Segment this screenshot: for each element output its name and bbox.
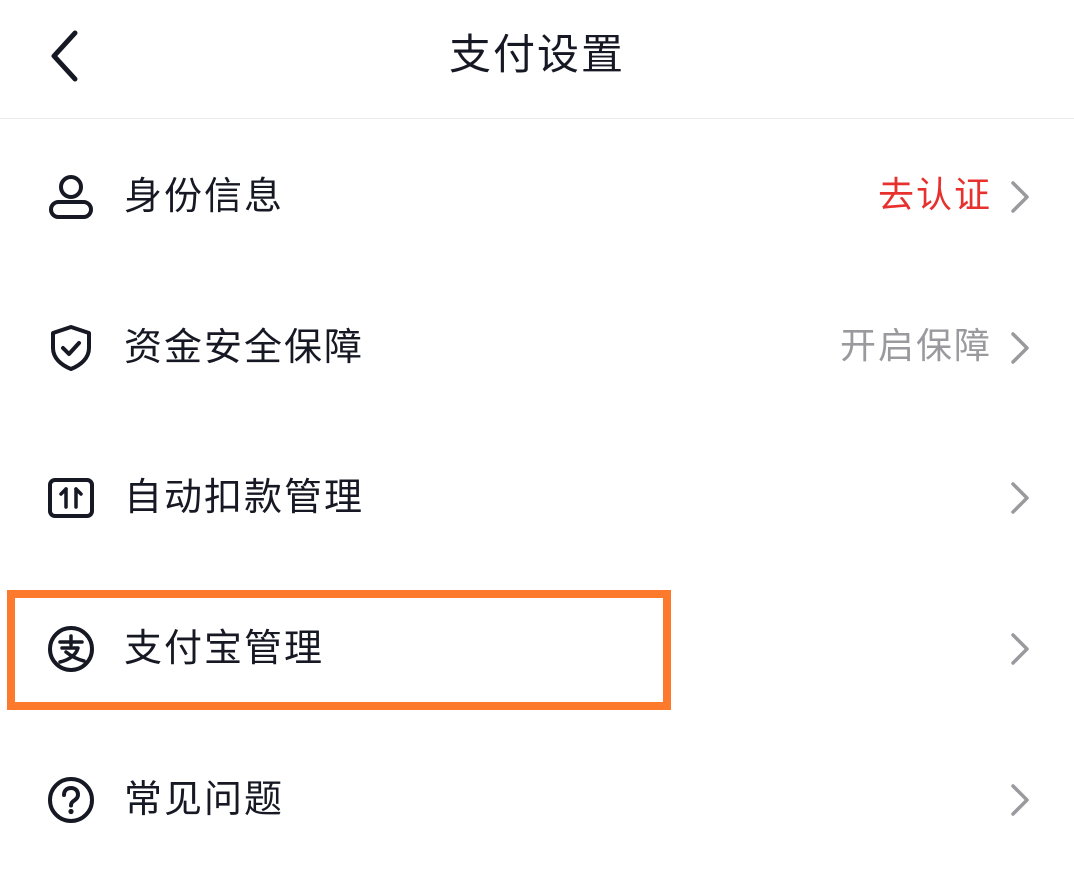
- payment-settings-screen: 支付设置 身份信息 去认证 资金安全保障 开启保障 自动扣款管理 支付宝管理 常…: [0, 0, 1074, 888]
- settings-row-faq[interactable]: 常见问题: [0, 745, 1074, 855]
- page-title: 支付设置: [448, 30, 625, 79]
- shield-check-icon: [46, 323, 96, 373]
- chevron-right-icon: [1011, 633, 1029, 665]
- person-icon: [46, 172, 96, 222]
- settings-row-identity[interactable]: 身份信息 去认证: [0, 142, 1074, 252]
- chevron-right-icon: [1011, 784, 1029, 816]
- settings-row-fund-security[interactable]: 资金安全保障 开启保障: [0, 293, 1074, 403]
- settings-row-alipay[interactable]: 支付宝管理: [0, 594, 1074, 704]
- chevron-right-icon: [1011, 482, 1029, 514]
- chevron-right-icon: [1011, 181, 1029, 213]
- row-label: 自动扣款管理: [124, 475, 365, 519]
- row-label: 常见问题: [124, 777, 285, 821]
- row-label: 身份信息: [124, 174, 285, 218]
- settings-row-auto-deduct[interactable]: 自动扣款管理: [0, 443, 1074, 553]
- nav-header: 支付设置: [0, 0, 1074, 119]
- auto-deduct-icon: [46, 473, 96, 523]
- question-circle-icon: [46, 775, 96, 825]
- row-label: 资金安全保障: [124, 325, 365, 369]
- row-value-verify: 去认证: [877, 175, 992, 216]
- chevron-right-icon: [1011, 332, 1029, 364]
- row-label: 支付宝管理: [124, 626, 325, 670]
- row-value-enable: 开启保障: [839, 326, 992, 367]
- alipay-icon: [46, 624, 96, 674]
